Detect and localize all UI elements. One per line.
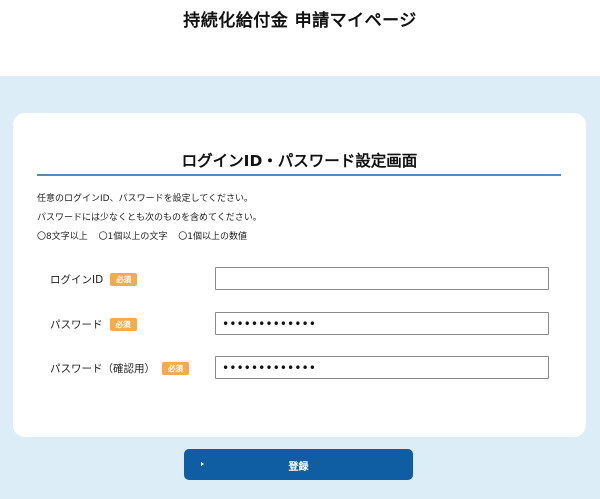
- requirement-item: 〇1個以上の数値: [178, 232, 247, 242]
- login-id-input[interactable]: [215, 267, 549, 290]
- instruction-line: 任意のログインID、パスワードを設定してください。: [37, 194, 254, 204]
- required-badge: 必須: [162, 362, 189, 375]
- login-setup-card: ログインID・パスワード設定画面 任意のログインID、パスワードを設定してくださ…: [13, 113, 586, 437]
- form-row-login-id: ログインID 必須: [13, 267, 586, 291]
- page-title: ログインID・パスワード設定画面: [181, 152, 418, 170]
- requirement-item: 〇8文字以上: [37, 232, 88, 242]
- login-id-label: ログインID 必須: [50, 272, 138, 287]
- site-header: 持続化給付金 申請マイページ: [0, 0, 600, 76]
- password-requirements: 〇8文字以上 〇1個以上の文字 〇1個以上の数値: [37, 228, 262, 247]
- password-confirm-label: パスワード（確認用） 必須: [50, 361, 189, 376]
- password-label: パスワード 必須: [50, 317, 137, 332]
- form-row-password: パスワード 必須: [13, 312, 586, 336]
- instruction-line: パスワードには少なくとも次のものを含めてください。: [37, 213, 262, 223]
- instructions: 任意のログインID、パスワードを設定してください。 パスワードには少なくとも次の…: [37, 190, 262, 247]
- required-badge: 必須: [109, 318, 137, 331]
- form-row-password-confirm: パスワード（確認用） 必須: [13, 356, 586, 380]
- register-button[interactable]: 登録: [184, 449, 413, 480]
- requirement-item: 〇1個以上の文字: [98, 232, 168, 242]
- register-button-label: 登録: [288, 462, 309, 473]
- password-confirm-input[interactable]: [215, 356, 549, 379]
- title-divider: [37, 174, 561, 176]
- password-input[interactable]: [215, 312, 549, 335]
- site-title: 持続化給付金 申請マイページ: [183, 11, 417, 31]
- required-badge: 必須: [110, 273, 138, 286]
